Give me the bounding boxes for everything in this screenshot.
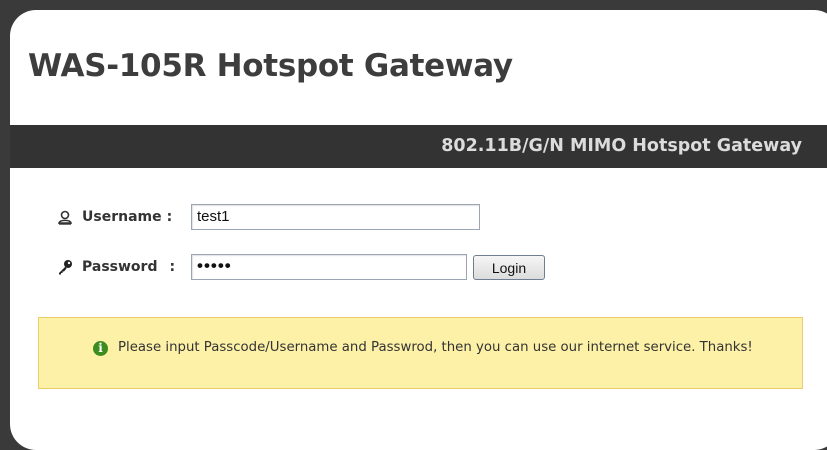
- password-colon: :: [169, 259, 176, 275]
- notice-box: i Please input Passcode/Username and Pas…: [38, 317, 803, 389]
- username-input[interactable]: test1: [191, 204, 480, 230]
- password-label: Password: [82, 259, 158, 275]
- username-row: Username :: [57, 203, 172, 231]
- info-icon: i: [93, 341, 108, 356]
- header-subtitle: 802.11B/G/N MIMO Hotspot Gateway: [441, 136, 802, 156]
- username-colon: :: [166, 209, 173, 225]
- notice-text: Please input Passcode/Username and Passw…: [118, 340, 753, 355]
- password-row: Password :: [57, 253, 175, 281]
- login-button[interactable]: Login: [473, 255, 545, 280]
- key-icon: [57, 259, 73, 275]
- password-input[interactable]: •••••: [191, 254, 467, 280]
- header-bar: 802.11B/G/N MIMO Hotspot Gateway: [10, 125, 827, 168]
- username-label: Username: [82, 209, 162, 225]
- user-icon: [57, 209, 73, 225]
- page-title: WAS-105R Hotspot Gateway: [28, 48, 513, 84]
